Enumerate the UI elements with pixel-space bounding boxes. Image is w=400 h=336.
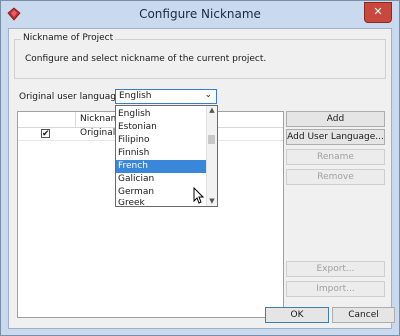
language-option[interactable]: English	[116, 108, 208, 121]
add-user-language-button[interactable]: Add User Language...	[286, 129, 385, 145]
language-select[interactable]: English ⌄	[115, 89, 217, 104]
row-nickname: Original	[80, 128, 116, 138]
ok-button[interactable]: OK	[265, 307, 329, 323]
add-button[interactable]: Add	[286, 111, 385, 127]
dialog-body: Nickname of Project Configure and select…	[8, 28, 395, 329]
scroll-up-icon[interactable]: ▲	[208, 106, 216, 115]
language-select-value: English	[119, 91, 152, 101]
window-title: Configure Nickname	[139, 7, 261, 21]
language-label: Original user language:	[19, 92, 125, 102]
export-button[interactable]: Export...	[286, 261, 385, 277]
group-description: Configure and select nickname of the cur…	[25, 54, 267, 64]
remove-button[interactable]: Remove	[286, 169, 385, 185]
language-option[interactable]: Finnish	[116, 147, 208, 160]
group-title: Nickname of Project	[21, 33, 116, 43]
import-button[interactable]: Import...	[286, 281, 385, 297]
dropdown-scrollbar[interactable]: ▲ ▼	[206, 106, 217, 206]
close-button[interactable]: ✕	[364, 2, 392, 23]
language-option[interactable]: Filipino	[116, 134, 208, 147]
row-checkbox[interactable]: ✔	[41, 129, 50, 139]
configure-nickname-dialog: Configure Nickname ✕ Nickname of Project…	[0, 0, 400, 336]
mouse-pointer-icon	[193, 187, 205, 204]
chevron-down-icon[interactable]: ⌄	[204, 90, 212, 100]
rename-button[interactable]: Rename	[286, 149, 385, 165]
column-header-check[interactable]	[18, 112, 76, 127]
language-option[interactable]: Galician	[116, 173, 208, 186]
scroll-down-icon[interactable]: ▼	[208, 197, 216, 206]
cancel-button[interactable]: Cancel	[332, 307, 395, 323]
language-option-highlighted[interactable]: French	[116, 160, 208, 173]
language-option[interactable]: Estonian	[116, 121, 208, 134]
title-bar: Configure Nickname ✕	[1, 1, 399, 28]
scrollbar-thumb[interactable]	[208, 135, 215, 144]
close-icon: ✕	[373, 5, 383, 18]
checkmark-icon: ✔	[42, 129, 50, 139]
nickname-group: Nickname of Project Configure and select…	[14, 33, 386, 79]
